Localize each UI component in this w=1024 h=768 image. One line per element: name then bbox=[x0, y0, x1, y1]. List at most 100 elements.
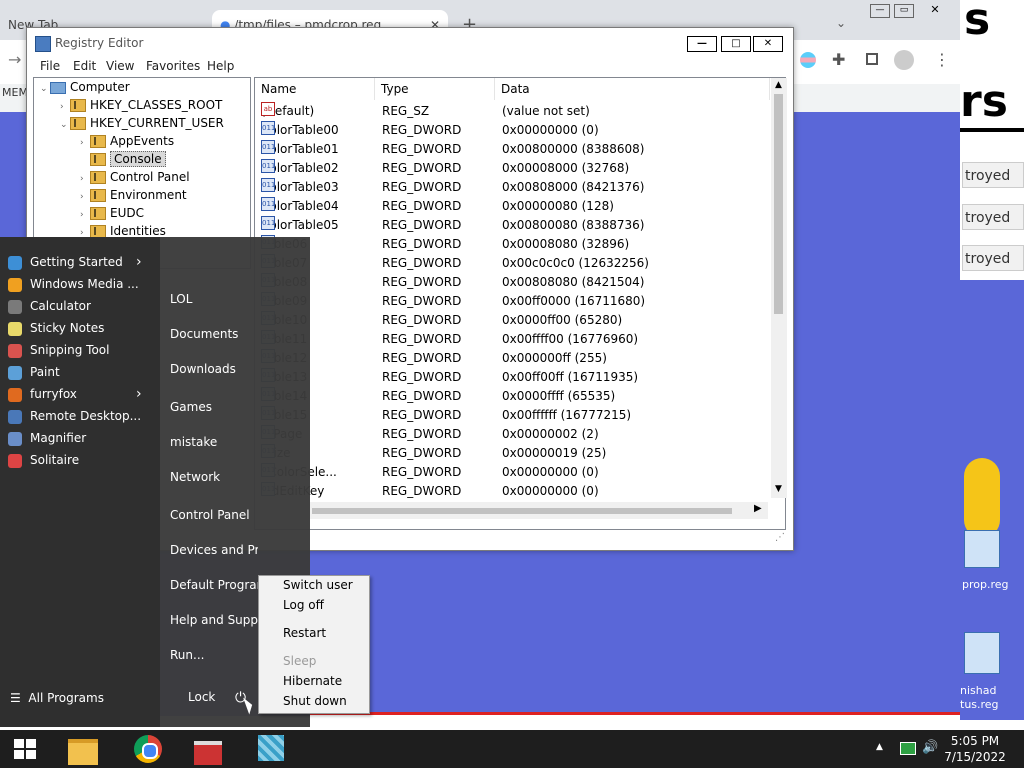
table-row[interactable]: 011Table13REG_DWORD0x00ff00ff (16711935) bbox=[255, 368, 770, 387]
forward-icon[interactable]: → bbox=[8, 50, 21, 69]
tree-node-appevents[interactable]: › AppEvents bbox=[80, 132, 174, 150]
reg-file-icon[interactable] bbox=[964, 632, 1000, 674]
start-place-item[interactable]: Games bbox=[170, 397, 258, 417]
minimize-icon[interactable]: — bbox=[870, 4, 890, 18]
chevron-down-icon[interactable]: ⌄ bbox=[40, 80, 50, 98]
power-menu-item[interactable]: Switch user bbox=[283, 578, 353, 592]
reg-file-icon[interactable] bbox=[964, 530, 1000, 568]
table-row[interactable]: 011 ColorTable04 REG_DWORD 0x00000080 (128) bbox=[255, 197, 770, 216]
chevron-right-icon[interactable]: › bbox=[136, 383, 142, 405]
table-row[interactable]: 011Table11REG_DWORD0x00ffff00 (16776960) bbox=[255, 330, 770, 349]
tree-node-hkcr[interactable]: › HKEY_CLASSES_ROOT bbox=[60, 96, 222, 114]
column-header-data[interactable]: Data bbox=[495, 78, 770, 100]
window-titlebar[interactable]: Registry Editor — □ ✕ bbox=[27, 28, 793, 58]
start-place-item[interactable]: Run... bbox=[170, 645, 258, 665]
network-icon[interactable] bbox=[900, 742, 916, 755]
start-place-item[interactable]: Downloads bbox=[170, 359, 258, 379]
table-row[interactable]: 011eColorSele...REG_DWORD0x00000000 (0) bbox=[255, 463, 770, 482]
program-item[interactable]: Remote Desktop... bbox=[8, 405, 156, 427]
table-row[interactable]: 011ntPageREG_DWORD0x00000002 (2) bbox=[255, 425, 770, 444]
start-place-item[interactable]: Network bbox=[170, 467, 258, 487]
chrome-icon[interactable] bbox=[130, 733, 168, 765]
table-row[interactable]: 011rSizeREG_DWORD0x00000019 (25) bbox=[255, 444, 770, 463]
scroll-thumb[interactable] bbox=[774, 94, 783, 314]
scroll-down-icon[interactable]: ▼ bbox=[775, 484, 782, 494]
table-row[interactable]: 011 ColorTable03 REG_DWORD 0x00808000 (8421… bbox=[255, 178, 770, 197]
minimize-button[interactable]: — bbox=[687, 36, 717, 52]
program-item[interactable]: Sticky Notes bbox=[8, 317, 156, 339]
vertical-scrollbar[interactable]: ▲ ▼ bbox=[771, 78, 787, 498]
menu-favorites[interactable]: Favorites bbox=[146, 59, 200, 73]
start-place-item[interactable]: Control Panel bbox=[170, 505, 258, 525]
profile-extension-icon[interactable] bbox=[800, 52, 816, 68]
table-row[interactable]: 011 ColorTable05 REG_DWORD 0x00800080 (8388… bbox=[255, 216, 770, 235]
chevron-down-icon[interactable]: ⌄ bbox=[60, 116, 70, 134]
column-header-name[interactable]: Name bbox=[255, 78, 375, 100]
avatar-icon[interactable] bbox=[894, 50, 914, 70]
tray-chevron-icon[interactable]: ▲ bbox=[876, 742, 883, 752]
tree-node-console[interactable]: Console bbox=[80, 150, 166, 168]
program-item[interactable]: Magnifier bbox=[8, 427, 156, 449]
menu-edit[interactable]: Edit bbox=[73, 59, 96, 73]
menu-view[interactable]: View bbox=[106, 59, 134, 73]
tray-clock[interactable]: 5:05 PM 7/15/2022 bbox=[940, 733, 1010, 765]
windows-start-icon[interactable] bbox=[14, 739, 36, 759]
tree-node-control-panel[interactable]: › Control Panel bbox=[80, 168, 190, 186]
start-place-item[interactable]: LOL bbox=[170, 289, 258, 309]
power-menu-item[interactable]: Hibernate bbox=[283, 674, 342, 688]
program-item[interactable]: Paint bbox=[8, 361, 156, 383]
power-menu-item[interactable]: Restart bbox=[283, 626, 326, 640]
chevron-right-icon[interactable]: › bbox=[136, 251, 142, 273]
program-item[interactable]: Windows Media ... bbox=[8, 273, 156, 295]
program-item[interactable]: Getting Started › bbox=[8, 251, 156, 273]
power-menu-item[interactable]: Log off bbox=[283, 598, 324, 612]
menu-help[interactable]: Help bbox=[207, 59, 234, 73]
start-place-item[interactable]: Devices and Printers bbox=[170, 540, 258, 560]
tree-node-eudc[interactable]: › EUDC bbox=[80, 204, 144, 222]
extensions-icon[interactable]: ✚ bbox=[832, 50, 845, 69]
menu-dots-icon[interactable]: ⋮ bbox=[934, 50, 950, 69]
tree-node-computer[interactable]: ⌄ Computer bbox=[40, 78, 130, 96]
start-place-item[interactable]: Default Programs bbox=[170, 575, 258, 595]
maximize-button[interactable]: □ bbox=[721, 36, 751, 52]
scroll-up-icon[interactable]: ▲ bbox=[775, 80, 782, 90]
scroll-right-icon[interactable]: ▶ bbox=[754, 503, 762, 514]
table-row[interactable]: 011 ColorTable00 REG_DWORD 0x00000000 (0) bbox=[255, 121, 770, 140]
start-place-item[interactable]: mistake bbox=[170, 432, 258, 452]
column-header-type[interactable]: Type bbox=[375, 78, 495, 100]
program-item[interactable]: Calculator bbox=[8, 295, 156, 317]
table-row[interactable]: 011 ColorTable02 REG_DWORD 0x00008000 (3276… bbox=[255, 159, 770, 178]
toolbox-app-icon[interactable] bbox=[190, 733, 228, 765]
list-item[interactable]: troyed bbox=[962, 162, 1024, 188]
all-programs-button[interactable]: ☰ All Programs bbox=[10, 691, 104, 705]
power-menu-item[interactable]: Shut down bbox=[283, 694, 347, 708]
table-row[interactable]: 011Table07REG_DWORD0x00c0c0c0 (12632256) bbox=[255, 254, 770, 273]
start-place-item[interactable]: Documents bbox=[170, 324, 258, 344]
file-explorer-icon[interactable] bbox=[64, 733, 102, 765]
table-row[interactable]: 011Table15REG_DWORD0x00ffffff (16777215) bbox=[255, 406, 770, 425]
tree-node-hkcu[interactable]: ⌄ HKEY_CURRENT_USER bbox=[60, 114, 224, 132]
lock-button[interactable]: Lock bbox=[188, 690, 215, 704]
horizontal-scrollbar[interactable]: ▶ bbox=[310, 502, 768, 519]
table-row[interactable]: 011Table06REG_DWORD0x00008080 (32896) bbox=[255, 235, 770, 254]
table-row[interactable]: 011Table14REG_DWORD0x0000ffff (65535) bbox=[255, 387, 770, 406]
close-icon[interactable]: ✕ bbox=[926, 4, 944, 16]
list-item[interactable]: troyed bbox=[962, 204, 1024, 230]
table-row[interactable]: 011Table10REG_DWORD0x0000ff00 (65280) bbox=[255, 311, 770, 330]
table-row[interactable]: ab (Default) REG_SZ (value not set) bbox=[255, 102, 770, 121]
resize-grip-icon[interactable]: ⋰ bbox=[775, 532, 785, 543]
table-row[interactable]: 011Table12REG_DWORD0x000000ff (255) bbox=[255, 349, 770, 368]
table-row[interactable]: 011Table09REG_DWORD0x00ff0000 (16711680) bbox=[255, 292, 770, 311]
volume-icon[interactable]: 🔊 bbox=[922, 740, 938, 755]
list-item[interactable]: troyed bbox=[962, 245, 1024, 271]
tree-node-environment[interactable]: › Environment bbox=[80, 186, 187, 204]
scroll-thumb[interactable] bbox=[312, 508, 732, 514]
program-item[interactable]: furryfox › bbox=[8, 383, 156, 405]
table-row[interactable]: 011 ColorTable01 REG_DWORD 0x00800000 (8388… bbox=[255, 140, 770, 159]
side-panel-icon[interactable] bbox=[866, 53, 878, 65]
chevron-down-icon[interactable]: ⌄ bbox=[836, 16, 846, 30]
menu-file[interactable]: File bbox=[40, 59, 60, 73]
table-row[interactable]: 011ledEditKeyREG_DWORD0x00000000 (0) bbox=[255, 482, 770, 501]
program-item[interactable]: Snipping Tool bbox=[8, 339, 156, 361]
regedit-taskbar-icon[interactable] bbox=[252, 733, 290, 765]
